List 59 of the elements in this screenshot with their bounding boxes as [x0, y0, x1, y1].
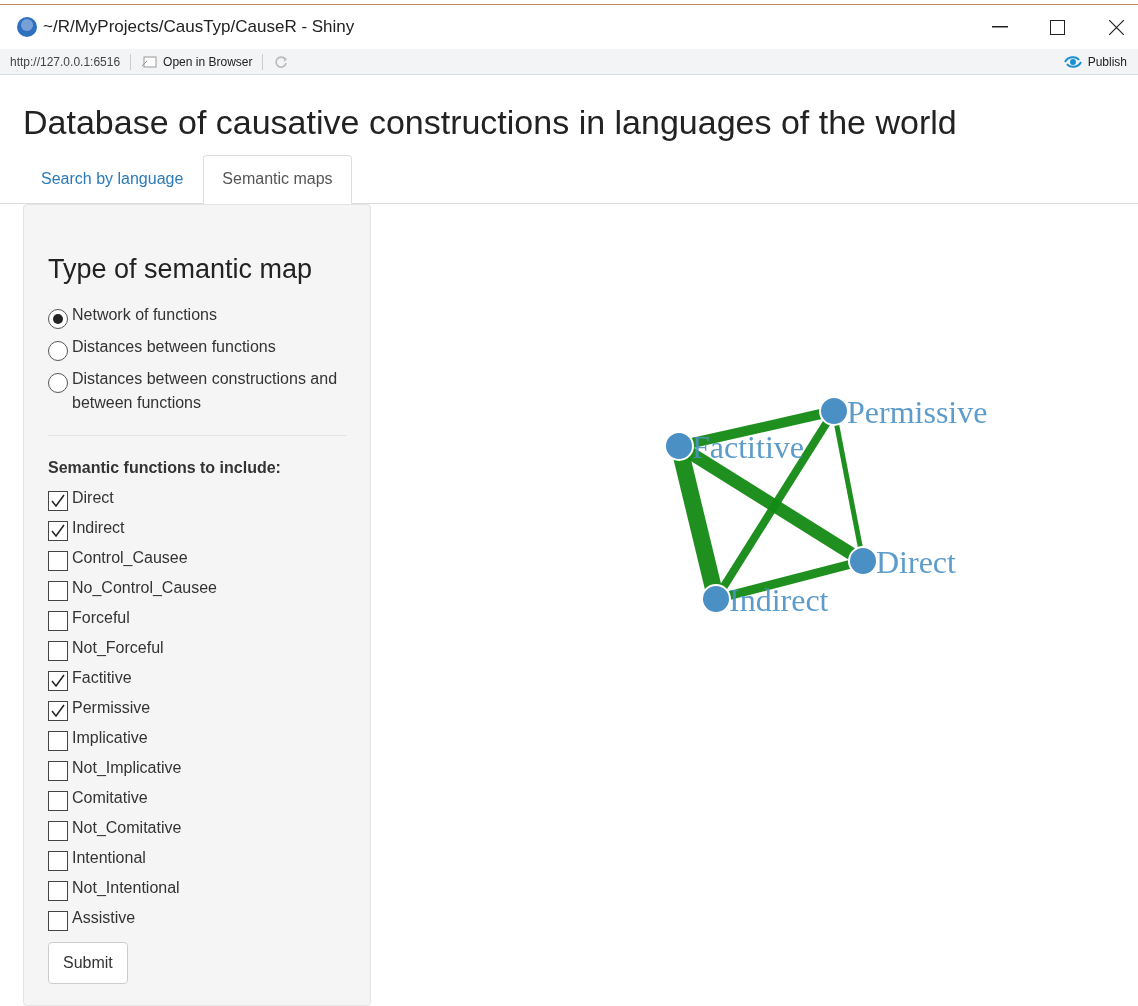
checkbox-label: Factitive — [72, 668, 132, 688]
window-title: ~/R/MyProjects/CausTyp/CauseR - Shiny — [43, 16, 355, 39]
sidebar-heading: Type of semantic map — [48, 252, 314, 286]
checkbox-label: Indirect — [72, 518, 125, 538]
checkbox-label: Not_Implicative — [72, 758, 182, 778]
checkbox[interactable] — [48, 911, 68, 931]
publish-button[interactable]: Publish — [1062, 52, 1127, 71]
node-label: Permissive — [847, 393, 988, 430]
network-node[interactable] — [701, 583, 731, 614]
checkbox[interactable] — [48, 701, 68, 721]
checkbox-label: Implicative — [72, 728, 148, 748]
checkbox-label: Assistive — [72, 908, 136, 928]
checkbox[interactable] — [48, 641, 68, 661]
checkbox-label: Intentional — [72, 848, 146, 868]
checkbox-label: Permissive — [72, 698, 151, 718]
radio-button[interactable] — [48, 373, 68, 393]
tab[interactable]: Semantic maps — [203, 154, 352, 204]
checkbox[interactable] — [48, 521, 68, 541]
checkbox[interactable] — [48, 821, 68, 841]
publish-icon — [1062, 54, 1083, 69]
checkbox-label: Not_Comitative — [72, 818, 182, 838]
page-title: Database of causative constructions in languages of the world — [23, 102, 958, 143]
radio-button[interactable] — [48, 341, 68, 361]
url-text: http://127.0.0.1:6516 — [10, 53, 121, 71]
checkbox[interactable] — [48, 851, 68, 871]
node-label: Indirect — [729, 581, 829, 618]
checkbox-label: No_Control_Causee — [72, 578, 217, 598]
submit-button[interactable]: Submit — [48, 942, 128, 984]
functions-label: Semantic functions to include: — [48, 458, 282, 478]
checkbox[interactable] — [48, 551, 68, 571]
node-label: Direct — [876, 543, 956, 580]
network-node[interactable] — [819, 395, 849, 426]
radio-label: Distances between functions — [72, 337, 276, 357]
checkbox[interactable] — [48, 881, 68, 901]
checkbox[interactable] — [48, 581, 68, 601]
checkbox-label: Control_Causee — [72, 548, 188, 568]
checkbox-label: Forceful — [72, 608, 130, 628]
network-node[interactable] — [848, 545, 878, 576]
checkbox-label: Not_Forceful — [72, 638, 164, 658]
close-icon[interactable] — [1109, 19, 1124, 35]
checkbox[interactable] — [48, 611, 68, 631]
r-logo-icon — [16, 16, 38, 38]
radio-label: Network of functions — [72, 305, 217, 325]
radio-button[interactable] — [48, 309, 68, 329]
checkbox[interactable] — [48, 491, 68, 511]
checkbox[interactable] — [48, 671, 68, 691]
checkbox-label: Comitative — [72, 788, 148, 808]
network-node[interactable] — [664, 430, 694, 461]
checkbox-label: Direct — [72, 488, 114, 508]
maximize-icon[interactable] — [1050, 19, 1065, 35]
open-in-browser-button[interactable]: Open in Browser — [141, 52, 253, 71]
minimize-icon[interactable] — [992, 26, 1008, 28]
checkbox[interactable] — [48, 761, 68, 781]
checkbox-label: Not_Intentional — [72, 878, 180, 898]
radio-label: Distances between constructions and between functions — [72, 369, 339, 413]
checkbox[interactable] — [48, 731, 68, 751]
window-icon — [141, 55, 158, 68]
checkbox[interactable] — [48, 791, 68, 811]
tab[interactable]: Search by language — [21, 154, 204, 203]
